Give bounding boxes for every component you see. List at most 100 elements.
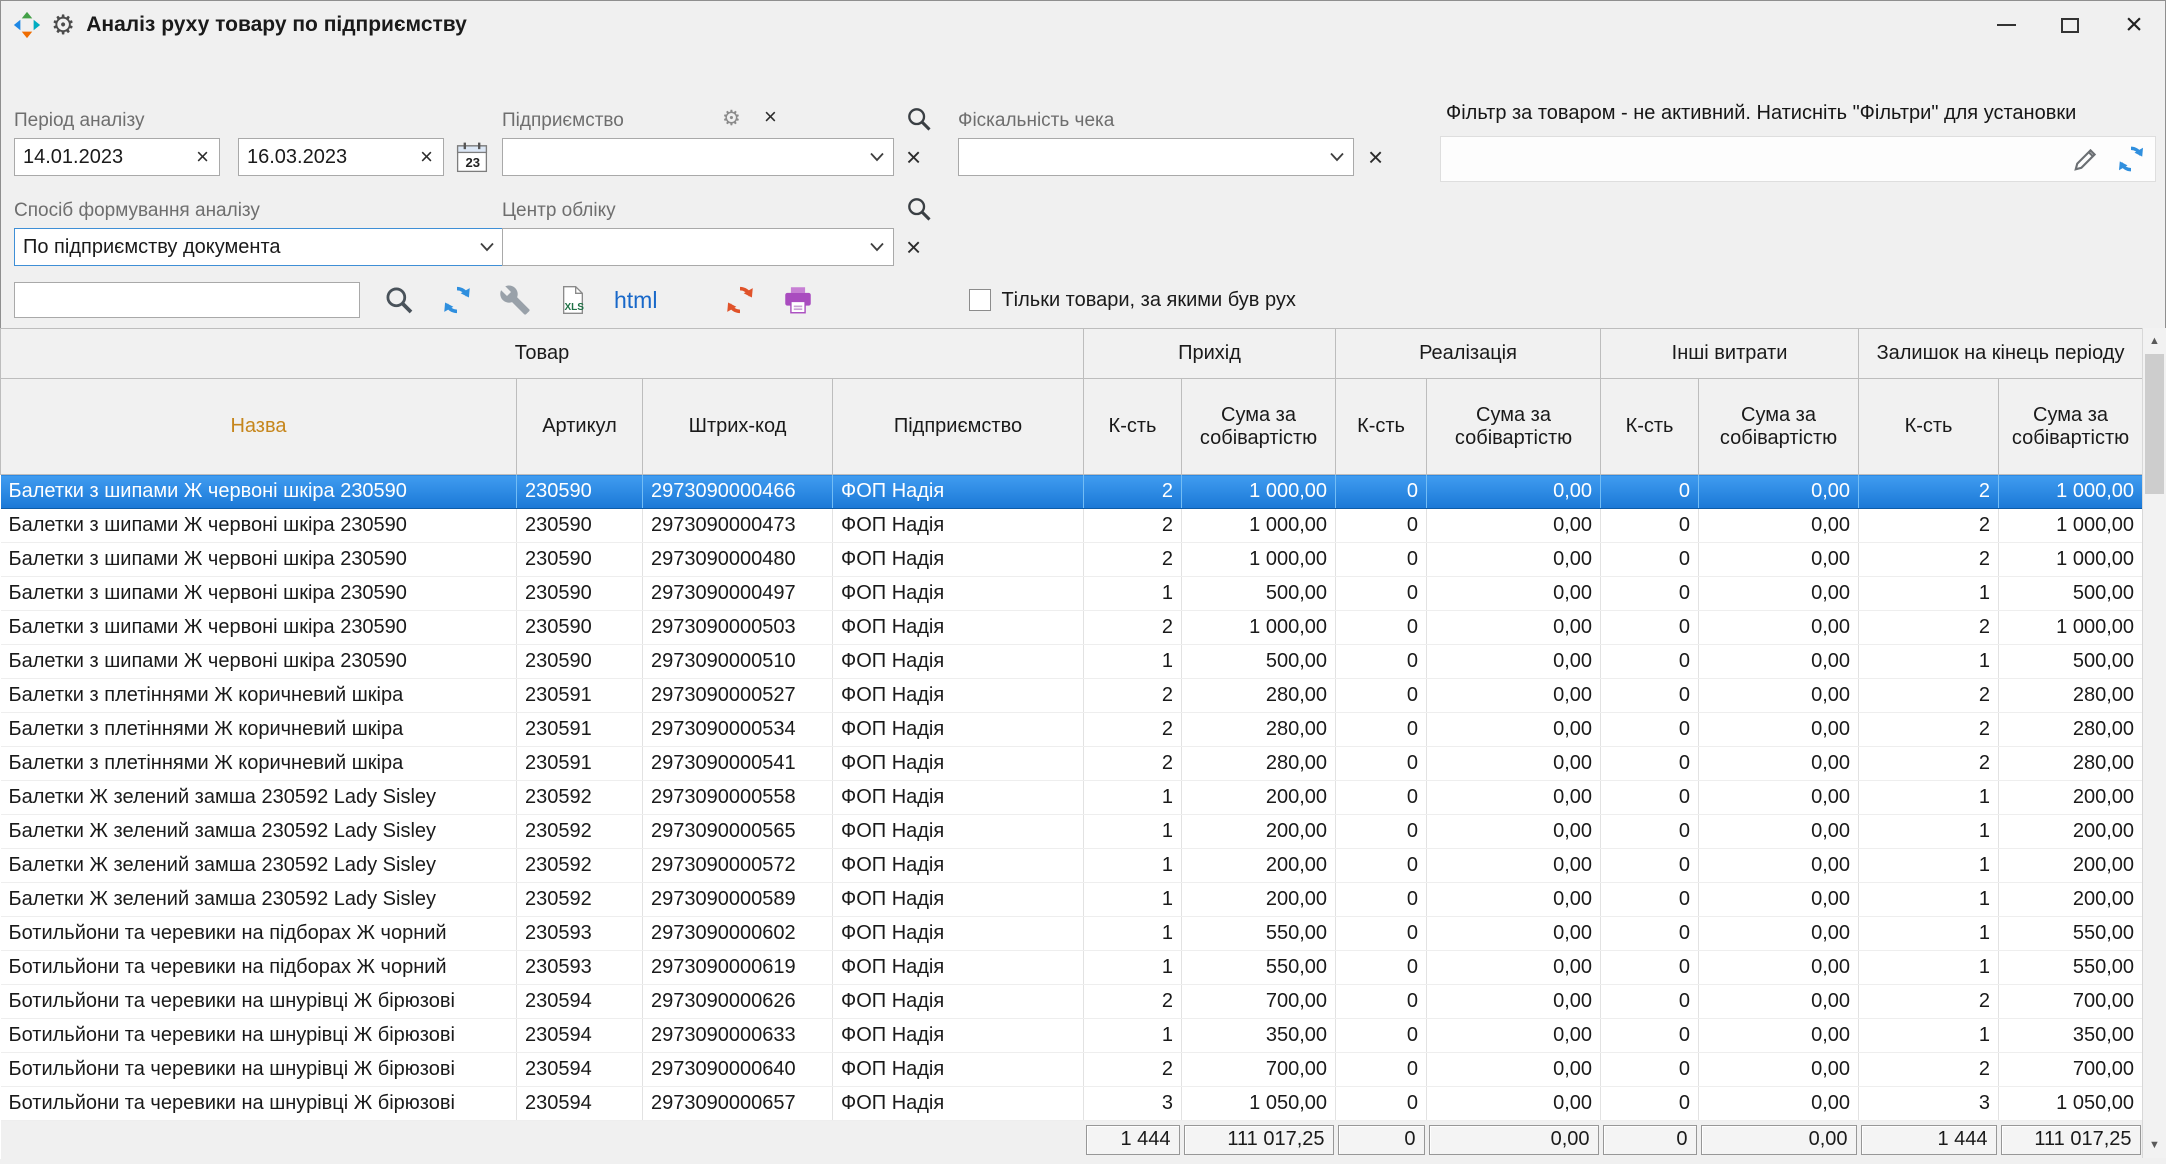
print-button[interactable] (779, 281, 817, 319)
cell-other-sum: 0,00 (1699, 815, 1859, 849)
table-row[interactable]: Балетки Ж зелений замша 230592 Lady Sisl… (1, 815, 2143, 849)
table-row[interactable]: Ботильйони та черевики на шнурівці Ж бір… (1, 1087, 2143, 1121)
vertical-scrollbar[interactable]: ▲ ▼ (2142, 328, 2166, 1158)
column-header[interactable]: Сума за собівартістю (1999, 379, 2143, 475)
quick-search-input[interactable] (14, 282, 360, 318)
minimize-button[interactable] (1974, 0, 2038, 50)
table-row[interactable]: Балетки з шипами Ж червоні шкіра 2305902… (1, 543, 2143, 577)
column-header[interactable]: Артикул (517, 379, 643, 475)
column-header[interactable]: Штрих-код (643, 379, 833, 475)
cell-article: 230591 (517, 713, 643, 747)
table-row[interactable]: Ботильйони та черевики на шнурівці Ж бір… (1, 1019, 2143, 1053)
settings-gear-icon[interactable]: ⚙ (51, 12, 75, 39)
table-row[interactable]: Балетки з шипами Ж червоні шкіра 2305902… (1, 509, 2143, 543)
table-row[interactable]: Балетки з шипами Ж червоні шкіра 2305902… (1, 577, 2143, 611)
cell-other-qty: 0 (1601, 985, 1699, 1019)
scroll-up-button[interactable]: ▲ (2143, 328, 2166, 354)
cell-rest-qty: 2 (1859, 1053, 1999, 1087)
cell-rest-sum: 500,00 (1999, 645, 2143, 679)
export-html-button[interactable]: html (614, 287, 657, 314)
column-header[interactable]: К-сть (1859, 379, 1999, 475)
column-header[interactable]: Сума за собівартістю (1699, 379, 1859, 475)
table-row[interactable]: Балетки з плетіннями Ж коричневий шкіра2… (1, 747, 2143, 781)
maximize-button[interactable] (2038, 0, 2102, 50)
cell-article: 230590 (517, 509, 643, 543)
search-button[interactable] (380, 281, 418, 319)
settings-button[interactable] (496, 281, 534, 319)
cell-name: Балетки Ж зелений замша 230592 Lady Sisl… (1, 815, 517, 849)
center-select[interactable] (502, 228, 894, 266)
column-group-header[interactable]: Залишок на кінець періоду (1859, 329, 2143, 379)
cell-rest-sum: 200,00 (1999, 815, 2143, 849)
column-group-header[interactable]: Реалізація (1336, 329, 1601, 379)
period-settings-gear-icon[interactable]: ⚙ (722, 108, 741, 129)
column-header[interactable]: Сума за собівартістю (1427, 379, 1601, 475)
total-other-sum: 0,00 (1701, 1125, 1857, 1155)
cell-barcode: 2973090000558 (643, 781, 833, 815)
enterprise-clear-icon[interactable]: × (904, 144, 923, 170)
column-header[interactable]: Підприємство (833, 379, 1084, 475)
refresh-filter-icon[interactable] (2115, 143, 2147, 175)
reload-button[interactable] (721, 281, 759, 319)
cell-article: 230590 (517, 611, 643, 645)
cell-sale-sum: 0,00 (1427, 509, 1601, 543)
cell-other-qty: 0 (1601, 475, 1699, 509)
table-row[interactable]: Ботильйони та черевики на шнурівці Ж бір… (1, 985, 2143, 1019)
table-row[interactable]: Балетки з шипами Ж червоні шкіра 2305902… (1, 645, 2143, 679)
date-from-input[interactable]: 14.01.2023 × (14, 138, 220, 176)
column-header[interactable]: Назва (1, 379, 517, 475)
table-row[interactable]: Балетки з шипами Ж червоні шкіра 2305902… (1, 475, 2143, 509)
cell-rest-sum: 280,00 (1999, 713, 2143, 747)
close-button[interactable]: × (2102, 0, 2166, 50)
period-clear-icon[interactable]: × (762, 106, 779, 128)
enterprise-select[interactable] (502, 138, 894, 176)
column-header[interactable]: К-сть (1601, 379, 1699, 475)
edit-pencil-icon[interactable] (2071, 144, 2101, 174)
cell-enterprise: ФОП Надія (833, 713, 1084, 747)
calendar-button[interactable]: 23 (452, 138, 492, 176)
column-group-header[interactable]: Інші витрати (1601, 329, 1859, 379)
table-row[interactable]: Балетки з плетіннями Ж коричневий шкіра2… (1, 713, 2143, 747)
cell-in-sum: 1 000,00 (1182, 611, 1336, 645)
refresh-button[interactable] (438, 281, 476, 319)
table-row[interactable]: Балетки з плетіннями Ж коричневий шкіра2… (1, 679, 2143, 713)
cell-enterprise: ФОП Надія (833, 985, 1084, 1019)
product-filter-status-text: Фільтр за товаром - не активний. Натисні… (1446, 102, 2076, 125)
cell-rest-sum: 200,00 (1999, 781, 2143, 815)
table-row[interactable]: Балетки Ж зелений замша 230592 Lady Sisl… (1, 849, 2143, 883)
scroll-down-button[interactable]: ▼ (2143, 1132, 2166, 1158)
clear-date-from-icon[interactable]: × (194, 146, 211, 168)
clear-date-to-icon[interactable]: × (418, 146, 435, 168)
cell-enterprise: ФОП Надія (833, 509, 1084, 543)
table-row[interactable]: Балетки Ж зелений замша 230592 Lady Sisl… (1, 883, 2143, 917)
column-header[interactable]: Сума за собівартістю (1182, 379, 1336, 475)
table-row[interactable]: Ботильйони та черевики на шнурівці Ж бір… (1, 1053, 2143, 1087)
table-row[interactable]: Ботильйони та черевики на підборах Ж чор… (1, 917, 2143, 951)
table-row[interactable]: Ботильйони та черевики на підборах Ж чор… (1, 951, 2143, 985)
table-row[interactable]: Балетки з шипами Ж червоні шкіра 2305902… (1, 611, 2143, 645)
cell-sale-sum: 0,00 (1427, 1053, 1601, 1087)
export-xls-button[interactable]: XLS (554, 281, 592, 319)
center-clear-icon[interactable]: × (904, 234, 923, 260)
cell-sale-sum: 0,00 (1427, 713, 1601, 747)
date-to-input[interactable]: 16.03.2023 × (238, 138, 444, 176)
only-moved-goods-checkbox[interactable] (969, 289, 991, 311)
center-search-button[interactable] (902, 194, 936, 224)
fiscality-clear-icon[interactable]: × (1366, 144, 1385, 170)
table-row[interactable]: Балетки Ж зелений замша 230592 Lady Sisl… (1, 781, 2143, 815)
cell-sale-qty: 0 (1336, 509, 1427, 543)
method-select[interactable]: По підприємству документа (14, 228, 504, 266)
cell-sale-sum: 0,00 (1427, 815, 1601, 849)
cell-sale-qty: 0 (1336, 543, 1427, 577)
fiscality-select[interactable] (958, 138, 1354, 176)
cell-other-qty: 0 (1601, 611, 1699, 645)
column-header[interactable]: К-сть (1084, 379, 1182, 475)
column-group-header[interactable]: Прихід (1084, 329, 1336, 379)
cell-sale-sum: 0,00 (1427, 679, 1601, 713)
column-group-header[interactable]: Товар (1, 329, 1084, 379)
enterprise-search-button[interactable] (902, 104, 936, 134)
column-header[interactable]: К-сть (1336, 379, 1427, 475)
grid-totals-row: 1 444111 017,2500,0000,001 444111 017,25 (1, 1121, 2143, 1159)
scroll-thumb[interactable] (2145, 354, 2164, 494)
cell-in-sum: 550,00 (1182, 917, 1336, 951)
